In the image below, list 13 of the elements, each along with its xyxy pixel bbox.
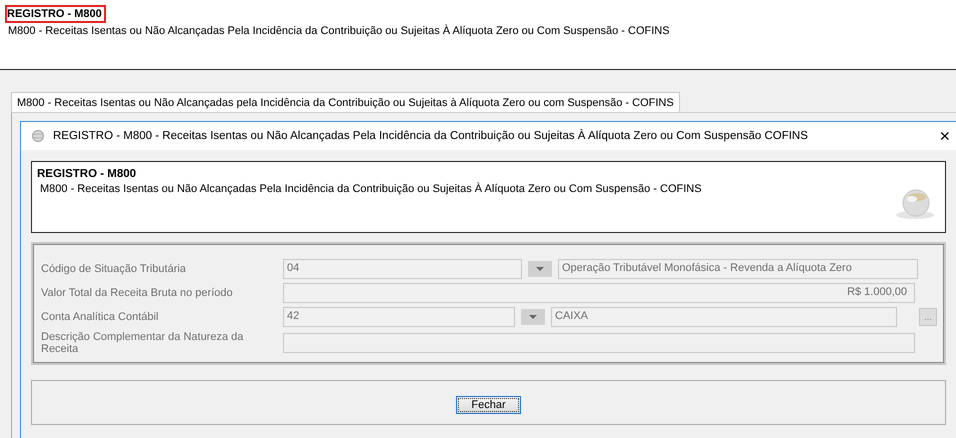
tab[interactable]: M800 - Receitas Isentas ou Não Alcançadas pela Incidência da Contribuição ou Sujeitas à Alíquota Zero ou com Suspensão - COFINS <box>11 92 680 112</box>
banner-title: REGISTRO - M800 <box>37 168 138 180</box>
field-label: Conta Analítica Contábil <box>41 311 160 323</box>
page-title: REGISTRO - M800 <box>5 5 106 23</box>
field-label: Descrição Complementar da Natureza da Receita <box>41 331 244 355</box>
page-subtitle: M800 - Receitas Isentas ou Não Alcançadas Pela Incidência da Contribuição ou Sujeitas À Alíquota Zero ou Com Suspensão - COFINS <box>8 25 671 37</box>
caret-down-icon <box>536 267 544 271</box>
field-label: Código de Situação Tributária <box>41 263 187 275</box>
dialog-title: REGISTRO - M800 - Receitas Isentas ou Não Alcançadas Pela Incidência da Contribuição ou Sujeitas À Alíquota Zero ou Com Suspensão COFINS <box>53 130 809 142</box>
caret-down-icon <box>529 315 537 319</box>
banner-subtitle: M800 - Receitas Isentas ou Não Alcançadas Pela Incidência da Contribuição ou Sujeitas À Alíquota Zero ou Com Suspensão - COFINS <box>40 183 702 195</box>
globe-icon <box>31 129 45 143</box>
field-label: Valor Total da Receita Bruta no período <box>41 287 234 299</box>
